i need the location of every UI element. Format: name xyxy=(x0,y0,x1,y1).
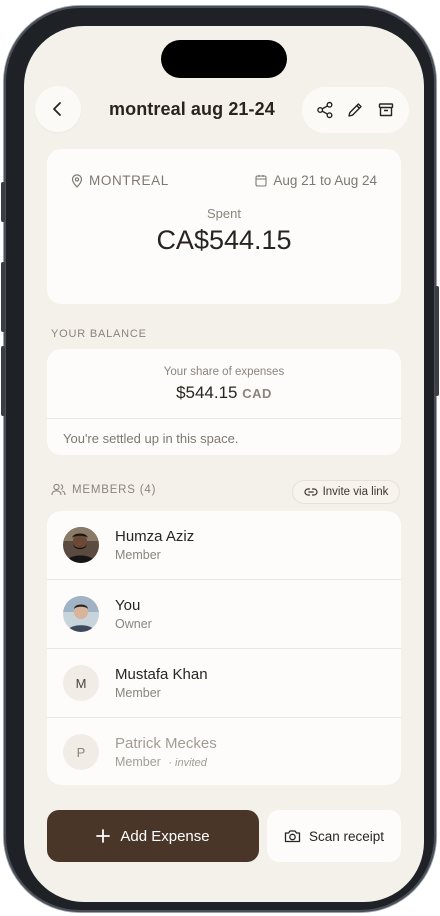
invited-tag: · invited xyxy=(168,757,207,769)
balance-card: Your share of expenses $544.15 CAD You'r… xyxy=(47,349,401,455)
member-name: Humza Aziz xyxy=(115,528,195,545)
dynamic-island xyxy=(161,40,287,78)
avatar xyxy=(63,596,99,632)
member-role: Member xyxy=(115,755,161,769)
member-row-mustafa-khan[interactable]: M Mustafa Khan Member xyxy=(47,649,401,718)
back-button[interactable] xyxy=(35,86,81,132)
member-name: You xyxy=(115,597,141,614)
invite-link-label: Invite via link xyxy=(322,486,389,498)
camera-icon xyxy=(284,829,301,843)
invite-link-button[interactable]: Invite via link xyxy=(292,480,400,504)
archive-button[interactable] xyxy=(373,97,399,123)
spent-amount: CA$544.15 xyxy=(156,225,292,255)
share-amount-value: $544.15 xyxy=(176,383,238,402)
member-role: Owner xyxy=(115,617,152,631)
link-icon xyxy=(304,487,318,497)
people-icon xyxy=(51,483,66,496)
add-expense-button[interactable]: Add Expense xyxy=(47,810,259,862)
date-range-row: Aug 21 to Aug 24 xyxy=(255,173,377,188)
trip-summary-card: MONTREAL Aug 21 to Aug 24 Spent CA$544.1… xyxy=(47,149,401,304)
share-currency: CAD xyxy=(242,386,272,401)
edit-button[interactable] xyxy=(342,97,368,123)
share-amount: $544.15 CAD xyxy=(47,383,401,403)
balance-section-label: YOUR BALANCE xyxy=(51,328,147,340)
location-pin-icon xyxy=(71,173,83,188)
member-row-you[interactable]: You Owner xyxy=(47,580,401,649)
member-role: Member xyxy=(115,548,161,562)
settled-status: You're settled up in this space. xyxy=(63,431,239,446)
members-section-label: MEMBERS (4) xyxy=(51,483,156,496)
member-role: Member xyxy=(115,686,161,700)
volume-up-button xyxy=(1,262,5,332)
member-row-patrick-meckes[interactable]: P Patrick Meckes Member · invited xyxy=(47,718,401,787)
avatar xyxy=(63,527,99,563)
silent-switch xyxy=(1,182,5,222)
share-icon xyxy=(312,97,338,123)
avatar: P xyxy=(63,734,99,770)
avatar: M xyxy=(63,665,99,701)
add-expense-label: Add Expense xyxy=(120,827,210,845)
member-row-humza-aziz[interactable]: Humza Aziz Member xyxy=(47,511,401,580)
share-label: Your share of expenses xyxy=(163,366,285,378)
share-button[interactable] xyxy=(312,97,338,123)
power-button xyxy=(435,286,439,396)
member-name: Mustafa Khan xyxy=(115,666,208,683)
date-range-text: Aug 21 to Aug 24 xyxy=(273,173,377,188)
volume-down-button xyxy=(1,346,5,416)
members-list: Humza Aziz Member You Owner M Mustafa Kh… xyxy=(47,511,401,785)
archive-box-icon xyxy=(373,97,399,123)
location-text: MONTREAL xyxy=(89,173,169,188)
member-name: Patrick Meckes xyxy=(115,735,217,752)
spent-label: Spent xyxy=(207,206,241,221)
edit-pencil-icon xyxy=(342,97,368,123)
member-role-line: Member · invited xyxy=(115,755,207,769)
phone-frame: montreal aug 21-24 MONTREAL Aug 21 to Au… xyxy=(1,6,439,912)
header-actions xyxy=(302,87,409,133)
scan-receipt-label: Scan receipt xyxy=(308,828,385,844)
back-chevron-icon xyxy=(51,101,65,117)
members-count-label: MEMBERS (4) xyxy=(72,483,157,496)
location-row: MONTREAL xyxy=(71,173,169,188)
scan-receipt-button[interactable]: Scan receipt xyxy=(267,810,401,862)
calendar-icon xyxy=(255,174,267,187)
app-screen: montreal aug 21-24 MONTREAL Aug 21 to Au… xyxy=(24,26,424,902)
plus-icon xyxy=(96,829,111,843)
page-title: montreal aug 21-24 xyxy=(109,99,275,119)
divider xyxy=(47,418,401,419)
